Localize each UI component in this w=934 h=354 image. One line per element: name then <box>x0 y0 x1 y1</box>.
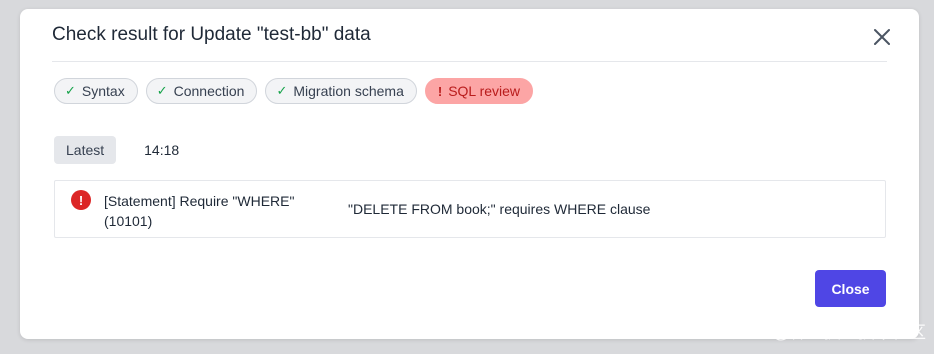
check-icon: ✓ <box>276 83 288 98</box>
check-pill-migration-schema[interactable]: ✓ Migration schema <box>265 78 417 104</box>
check-pill-label: Migration schema <box>293 83 404 99</box>
rule-message: "DELETE FROM book;" requires WHERE claus… <box>348 201 651 217</box>
check-status-list: ✓ Syntax ✓ Connection ✓ Migration schema… <box>54 78 534 104</box>
check-pill-connection[interactable]: ✓ Connection <box>145 78 258 104</box>
result-row: ! [Statement] Require "WHERE" (10101) "D… <box>54 180 886 238</box>
check-pill-sql-review[interactable]: ! SQL review <box>424 78 534 104</box>
check-pill-label: SQL review <box>448 83 521 99</box>
result-status-row: Latest 14:18 <box>54 136 179 164</box>
watermark: @稀土掘金技术社区 <box>772 323 926 342</box>
close-button[interactable]: Close <box>815 270 886 307</box>
check-icon: ✓ <box>65 83 76 98</box>
check-pill-syntax[interactable]: ✓ Syntax <box>54 78 138 104</box>
check-icon: ✓ <box>156 83 168 98</box>
exclamation-icon: ! <box>437 83 443 99</box>
check-pill-label: Connection <box>173 83 245 99</box>
check-result-dialog: Check result for Update "test-bb" data ✓… <box>20 9 919 339</box>
check-time: 14:18 <box>144 142 180 158</box>
latest-badge: Latest <box>54 136 117 164</box>
dialog-header: Check result for Update "test-bb" data <box>52 9 890 62</box>
close-icon[interactable] <box>872 27 892 47</box>
dialog-title: Check result for Update "test-bb" data <box>52 24 371 45</box>
error-circle-icon: ! <box>71 190 91 210</box>
rule-title: [Statement] Require "WHERE" (10101) <box>104 193 295 229</box>
check-pill-label: Syntax <box>81 83 125 99</box>
